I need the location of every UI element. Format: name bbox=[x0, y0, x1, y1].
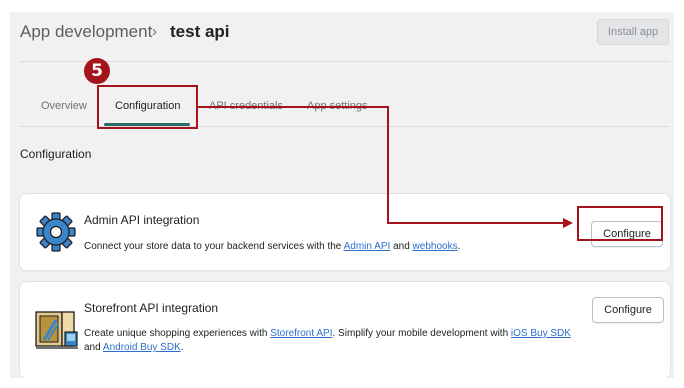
admin-api-desc-end: . bbox=[457, 241, 461, 252]
storefront-api-description: Create unique shopping experiences with … bbox=[84, 327, 584, 355]
storefront-icon bbox=[35, 311, 78, 349]
page-header: App development › test api Install app bbox=[10, 12, 674, 56]
annotation-highlight-tab bbox=[97, 85, 198, 129]
annotation-highlight-configure bbox=[577, 206, 663, 241]
storefront-configure-button[interactable]: Configure bbox=[592, 297, 664, 323]
android-buy-sdk-link[interactable]: Android Buy SDK bbox=[103, 342, 181, 353]
annotation-connector-line bbox=[387, 222, 565, 224]
page-title: test api bbox=[170, 22, 230, 41]
storefront-desc-and: and bbox=[84, 342, 103, 353]
install-app-button[interactable]: Install app bbox=[597, 19, 669, 45]
annotation-connector-line bbox=[198, 106, 388, 108]
storefront-api-link[interactable]: Storefront API bbox=[270, 328, 332, 339]
admin-api-desc-and: and bbox=[390, 241, 413, 252]
annotation-arrow-icon bbox=[563, 218, 573, 228]
storefront-api-card: Storefront API integration Create unique… bbox=[20, 282, 670, 378]
storefront-desc-mid: . Simplify your mobile development with bbox=[332, 328, 511, 339]
gear-icon bbox=[36, 212, 76, 252]
step-badge: 5 bbox=[84, 58, 110, 84]
storefront-desc-end: . bbox=[180, 342, 184, 353]
admin-api-title: Admin API integration bbox=[84, 213, 200, 227]
breadcrumb-parent[interactable]: App development bbox=[20, 22, 152, 42]
webhooks-link[interactable]: webhooks bbox=[413, 241, 458, 252]
annotation-connector-line bbox=[387, 106, 389, 224]
section-title: Configuration bbox=[20, 147, 92, 161]
ios-buy-sdk-link[interactable]: iOS Buy SDK bbox=[511, 328, 571, 339]
tab-overview[interactable]: Overview bbox=[41, 100, 87, 112]
storefront-desc-text: Create unique shopping experiences with bbox=[84, 328, 271, 339]
admin-api-link[interactable]: Admin API bbox=[344, 241, 391, 252]
admin-api-card: Admin API integration Connect your store… bbox=[20, 194, 670, 270]
admin-api-description: Connect your store data to your backend … bbox=[84, 240, 460, 254]
breadcrumb-chevron-icon: › bbox=[152, 23, 157, 40]
header-divider bbox=[20, 61, 670, 62]
admin-api-desc-text: Connect your store data to your backend … bbox=[84, 241, 344, 252]
storefront-api-title: Storefront API integration bbox=[84, 301, 219, 315]
